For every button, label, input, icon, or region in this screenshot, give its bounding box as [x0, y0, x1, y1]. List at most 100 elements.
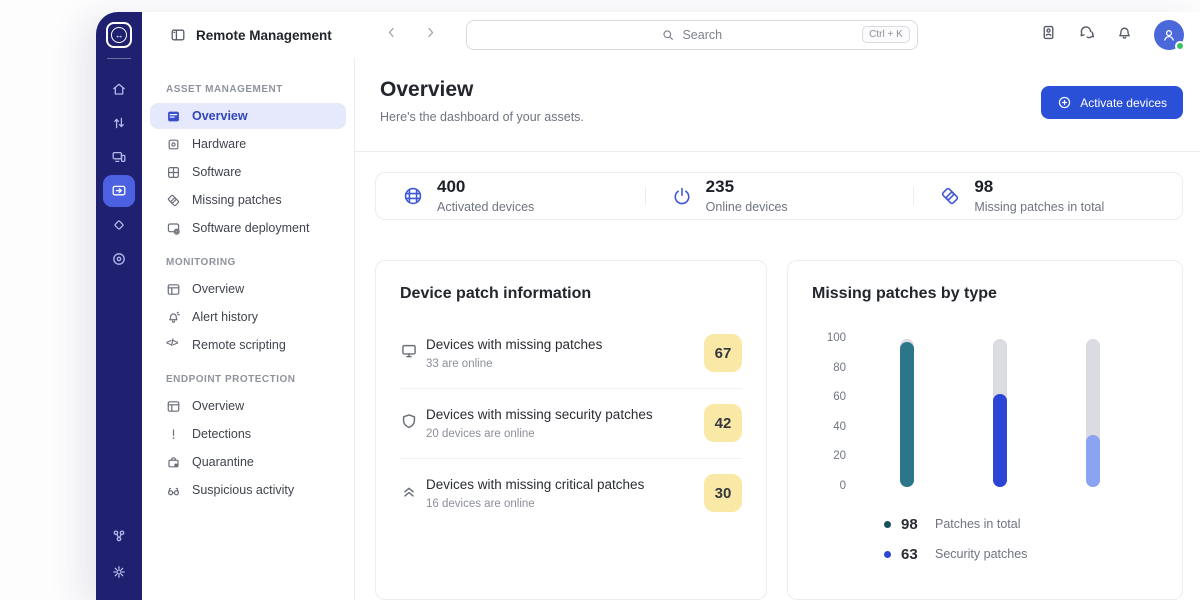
plus-circle-icon [1057, 95, 1072, 110]
sidebar-item-overview[interactable]: Overview [150, 393, 346, 419]
legend-value: 98 [901, 516, 925, 533]
deploy-icon [166, 221, 181, 236]
count-badge: 67 [704, 334, 742, 372]
stat-value: 98 [974, 177, 1104, 197]
y-tick-label: 60 [833, 391, 846, 403]
sidebar-item-overview[interactable]: Overview [150, 103, 346, 129]
rail-divider [107, 58, 131, 59]
sidebar-item-label: Overview [192, 282, 244, 296]
transfer-icon [111, 115, 127, 131]
chevron-left-icon [384, 25, 399, 40]
sidebar-item-label: Hardware [192, 137, 246, 151]
back-button[interactable] [384, 25, 399, 45]
chart-y-axis: 100806040200 [812, 339, 854, 487]
shield-icon [400, 412, 418, 430]
stat-label: Activated devices [437, 200, 534, 214]
topbar: Remote Management Search Ctrl + K [142, 12, 1200, 58]
sidebar-item-label: Alert history [192, 310, 258, 324]
bar-chart: 100806040200 [812, 339, 1158, 487]
section-label-asset-management: ASSET MANAGEMENT [150, 84, 346, 95]
y-tick-label: 20 [833, 450, 846, 462]
power-icon [671, 185, 693, 207]
rail-item-settings-gear[interactable] [103, 556, 135, 588]
section-label-monitoring: MONITORING [150, 257, 346, 268]
legend-dot [884, 521, 891, 528]
sidebar-item-label: Overview [192, 109, 248, 123]
home-icon [111, 81, 127, 97]
y-tick-label: 40 [833, 421, 846, 433]
settings-gear-icon [111, 564, 127, 580]
rail-item-service-camera[interactable] [103, 243, 135, 275]
sidebar-item-suspicious-activity[interactable]: Suspicious activity [150, 477, 346, 503]
chevron-right-icon [423, 25, 438, 40]
sidebar-item-detections[interactable]: Detections [150, 421, 346, 447]
stat-missing-patches-in-total: 98Missing patches in total [913, 173, 1182, 219]
chat-icon [1078, 24, 1095, 41]
quarantine-icon [166, 455, 181, 470]
rail-item-user-nodes[interactable] [103, 520, 135, 552]
stat-activated-devices: 400Activated devices [376, 173, 645, 219]
sidebar-item-software-deployment[interactable]: Software deployment [150, 215, 346, 241]
sidebar-item-label: Missing patches [192, 193, 282, 207]
legend-dot [884, 551, 891, 558]
sidebar-item-software[interactable]: Software [150, 159, 346, 185]
search-input[interactable]: Search Ctrl + K [466, 20, 918, 50]
forward-button[interactable] [423, 25, 438, 45]
devices-icon [111, 149, 127, 165]
rail-item-remote-management[interactable] [103, 175, 135, 207]
chart-legend: 98Patches in total63Security patches [812, 509, 1158, 569]
device-auth-button[interactable] [1040, 24, 1057, 46]
count-badge: 30 [704, 474, 742, 512]
patch-row-title: Devices with missing security patches [426, 406, 692, 424]
chat-button[interactable] [1078, 24, 1095, 46]
patch-row-title: Devices with missing critical patches [426, 476, 692, 494]
icon-rail: ↔ [96, 12, 142, 600]
bell-button[interactable] [1116, 24, 1133, 46]
chevrons-up-icon [400, 482, 418, 500]
patch-row-subtitle: 16 devices are online [426, 498, 692, 510]
section-label-endpoint-protection: ENDPOINT PROTECTION [150, 374, 346, 385]
alert-icon [166, 310, 181, 325]
monitor-icon [400, 342, 418, 360]
sidebar-item-quarantine[interactable]: Quarantine [150, 449, 346, 475]
patch-row-subtitle: 20 devices are online [426, 428, 692, 440]
legend-row-patches-in-total: 98Patches in total [884, 509, 1158, 539]
sidebar-item-alert-history[interactable]: Alert history [150, 304, 346, 330]
sidebar-item-label: Remote scripting [192, 338, 286, 352]
activate-devices-button[interactable]: Activate devices [1041, 86, 1183, 119]
sidebar-item-label: Software [192, 165, 241, 179]
bar-critical-patches [1086, 339, 1100, 487]
sidebar-item-overview[interactable]: Overview [150, 276, 346, 302]
legend-label: Security patches [935, 547, 1027, 561]
sidebar-item-label: Overview [192, 399, 244, 413]
y-tick-label: 100 [827, 332, 846, 344]
rail-items [103, 71, 135, 277]
device-auth-icon [1040, 24, 1057, 41]
patch-row-devices-with-missing-security-patches: Devices with missing security patches 20 … [400, 389, 742, 459]
stat-label: Online devices [706, 200, 788, 214]
app-title: Remote Management [196, 28, 332, 43]
header-divider [355, 151, 1200, 152]
search-icon [661, 28, 675, 42]
activated-devices-icon [402, 185, 424, 207]
rail-item-transfer[interactable] [103, 107, 135, 139]
device-patch-card: Device patch information Devices with mi… [375, 260, 767, 600]
sidebar-item-label: Detections [192, 427, 251, 441]
sidebar-item-missing-patches[interactable]: Missing patches [150, 187, 346, 213]
rail-item-home[interactable] [103, 73, 135, 105]
legend-row-security-patches: 63Security patches [884, 539, 1158, 569]
service-camera-icon [111, 251, 127, 267]
rail-item-tag[interactable] [103, 209, 135, 241]
sidebar-item-hardware[interactable]: Hardware [150, 131, 346, 157]
patch-icon [166, 193, 181, 208]
bar-security-patches [993, 339, 1007, 487]
sidebar: ASSET MANAGEMENT Overview Hardware Software… [142, 58, 355, 600]
glasses-icon [166, 483, 181, 498]
avatar[interactable] [1154, 20, 1184, 50]
rail-item-devices[interactable] [103, 141, 135, 173]
patch-card-title: Device patch information [400, 285, 742, 303]
count-badge: 42 [704, 404, 742, 442]
sidebar-item-remote-scripting[interactable]: </>Remote scripting [150, 332, 346, 358]
patch-icon [939, 185, 961, 207]
chart-title: Missing patches by type [812, 285, 1158, 303]
